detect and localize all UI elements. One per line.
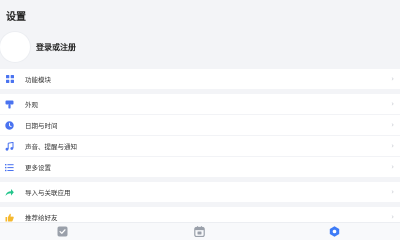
chevron-right-icon: › <box>391 142 394 150</box>
settings-item-more[interactable]: 更多设置 › <box>0 157 400 177</box>
settings-item-label: 导入与关联应用 <box>25 189 71 197</box>
brush-icon <box>5 100 14 109</box>
checkbox-icon[interactable] <box>57 226 68 237</box>
settings-item-label: 推荐给好友 <box>25 214 58 222</box>
share-arrow-icon <box>5 188 14 197</box>
list-settings-icon <box>5 163 14 172</box>
settings-item-label: 声音、提醒与通知 <box>25 143 77 151</box>
settings-hex-icon[interactable] <box>329 226 340 237</box>
page-title: 设置 <box>6 12 26 23</box>
calendar-icon[interactable] <box>194 226 205 237</box>
settings-item-appearance[interactable]: 外观 › <box>0 94 400 114</box>
avatar[interactable] <box>0 32 30 62</box>
settings-item-import[interactable]: 导入与关联应用 › <box>0 182 400 202</box>
login-register-label[interactable]: 登录或注册 <box>36 42 76 53</box>
chevron-right-icon: › <box>391 100 394 108</box>
settings-item-label: 日期与时间 <box>25 122 58 130</box>
music-note-icon <box>5 141 14 151</box>
chevron-right-icon: › <box>391 121 394 129</box>
bottom-tab-bar <box>0 222 400 240</box>
settings-item-features[interactable]: 功能模块 › <box>0 69 400 89</box>
grid-icon <box>5 75 14 84</box>
settings-item-label: 外观 <box>25 101 38 109</box>
settings-item-datetime[interactable]: 日期与时间 › <box>0 115 400 135</box>
chevron-right-icon: › <box>391 163 394 171</box>
settings-item-label: 更多设置 <box>25 164 51 172</box>
thumbs-up-icon <box>5 213 14 222</box>
profile-login-area[interactable]: 登录或注册 <box>0 28 400 66</box>
settings-item-sound[interactable]: 声音、提醒与通知 › <box>0 136 400 156</box>
chevron-right-icon: › <box>391 213 394 221</box>
chevron-right-icon: › <box>391 188 394 196</box>
clock-icon <box>5 120 14 130</box>
chevron-right-icon: › <box>391 75 394 83</box>
settings-item-label: 功能模块 <box>25 76 51 84</box>
